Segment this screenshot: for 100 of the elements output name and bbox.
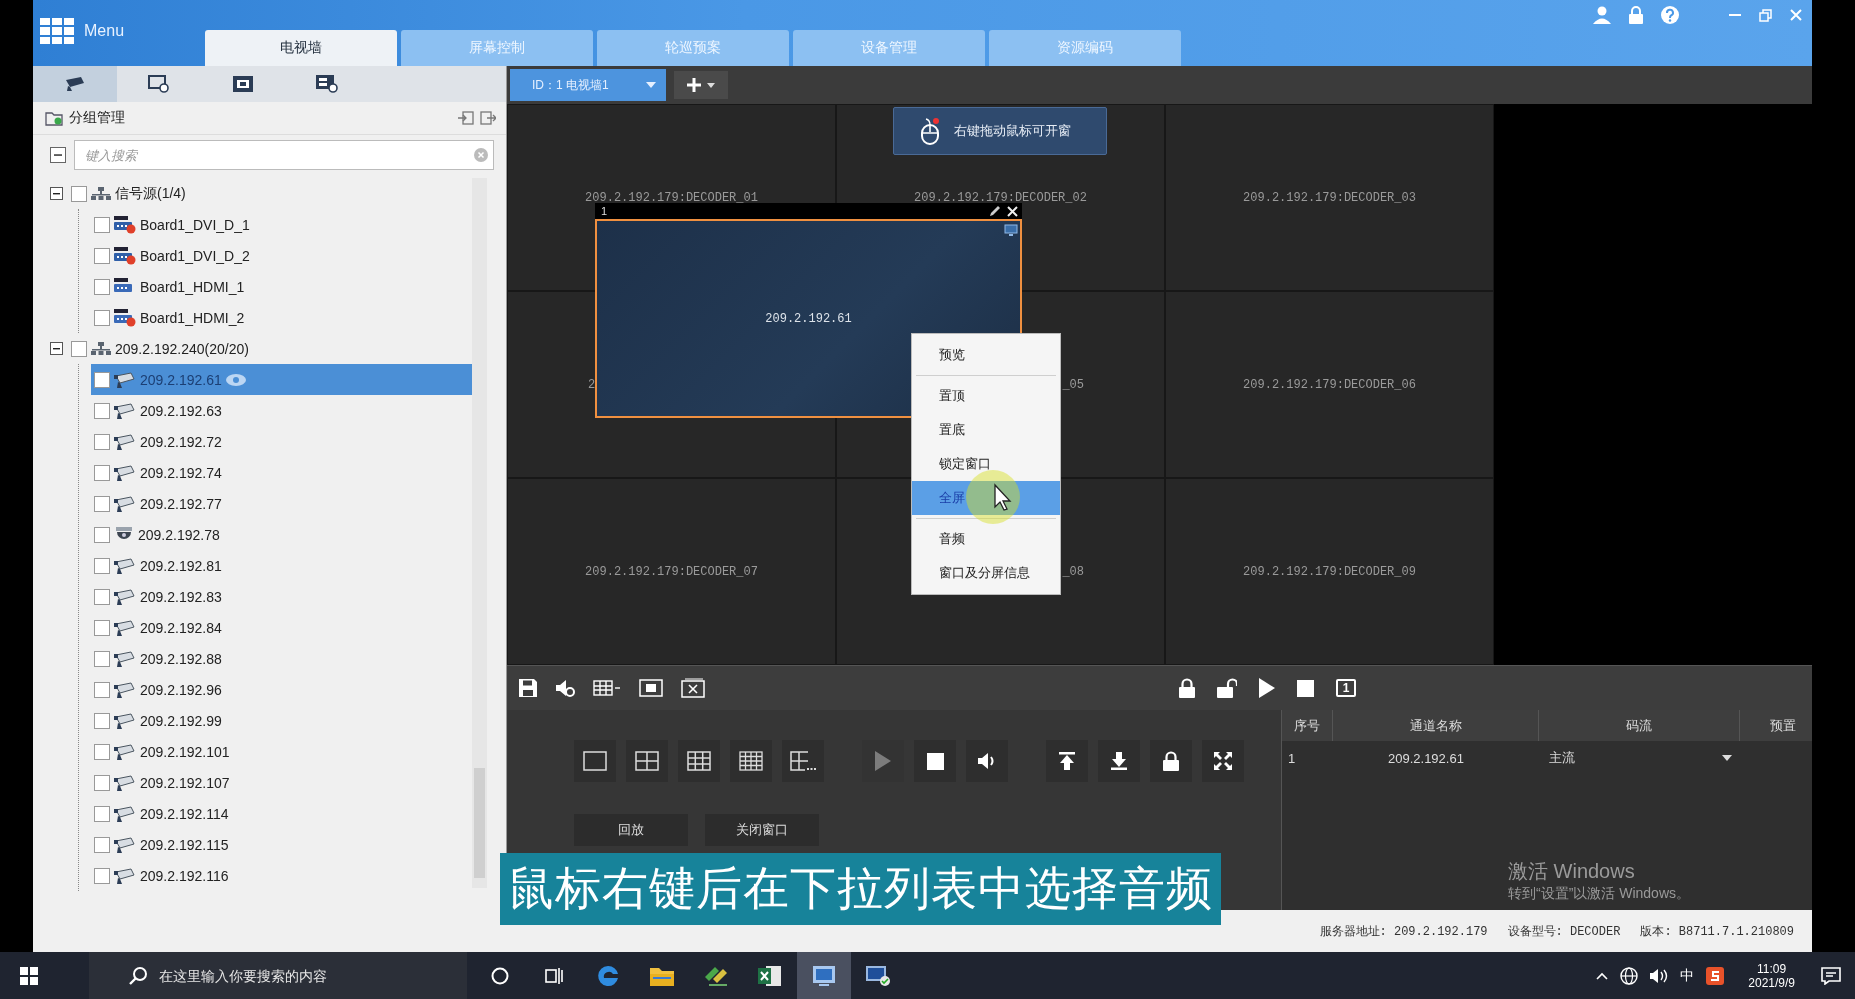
checkbox[interactable]	[94, 712, 110, 729]
tree-item[interactable]: Board1_DVI_D_2	[91, 240, 472, 271]
speaker-icon[interactable]	[1650, 967, 1669, 984]
help-icon[interactable]	[1661, 6, 1679, 24]
stop-button[interactable]	[914, 740, 956, 782]
tree-item[interactable]: 209.2.192.77	[91, 488, 472, 519]
video-wall[interactable]	[507, 104, 1494, 665]
checkbox[interactable]	[94, 278, 110, 295]
checkbox[interactable]	[71, 185, 87, 202]
nine-layout-button[interactable]	[678, 740, 720, 782]
tree-item[interactable]: 209.2.192.84	[91, 612, 472, 643]
checkbox[interactable]	[94, 216, 110, 233]
input-method-indicator[interactable]: 中	[1680, 966, 1695, 985]
checkbox[interactable]	[94, 371, 110, 388]
checkbox[interactable]	[94, 433, 110, 450]
text-button[interactable]: 关闭窗口	[705, 814, 819, 846]
tree-item[interactable]: 209.2.192.63	[91, 395, 472, 426]
import-icon[interactable]	[458, 111, 474, 125]
checkbox[interactable]	[94, 867, 110, 884]
checkbox[interactable]	[94, 588, 110, 605]
taskbar-search-field[interactable]: 在这里输入你要搜索的内容	[89, 952, 467, 999]
notification-icon[interactable]	[1821, 966, 1841, 985]
checkbox[interactable]	[94, 743, 110, 760]
tree-item[interactable]: 209.2.192.74	[91, 457, 472, 488]
close-window-icon[interactable]	[681, 678, 705, 698]
fullscreen-button[interactable]	[1202, 740, 1244, 782]
tab[interactable]: 电视墙	[205, 30, 397, 66]
checkbox[interactable]	[94, 309, 110, 326]
checkbox[interactable]	[94, 681, 110, 698]
custom-layout-button[interactable]	[782, 740, 824, 782]
tree-item[interactable]: 209.2.192.99	[91, 705, 472, 736]
sixteen-layout-button[interactable]	[730, 740, 772, 782]
screen-number-button[interactable]: 1	[1336, 679, 1356, 697]
column-header[interactable]: 预置	[1740, 710, 1812, 741]
checkbox[interactable]	[94, 526, 110, 543]
tree-item[interactable]: 209.2.192.88	[91, 643, 472, 674]
checkbox[interactable]	[94, 774, 110, 791]
collapse-all-icon[interactable]	[50, 147, 66, 163]
tree-item[interactable]: 209.2.192.83	[91, 581, 472, 612]
lock-icon[interactable]	[1179, 678, 1195, 698]
close-icon[interactable]	[1007, 205, 1018, 217]
checkbox[interactable]	[94, 650, 110, 667]
app-icon[interactable]	[1706, 966, 1725, 985]
grid-icon[interactable]	[593, 680, 621, 696]
tree-item[interactable]: 209.2.192.114	[91, 798, 472, 829]
fit-window-icon[interactable]	[639, 679, 663, 697]
clock-date[interactable]: 2021/9/9	[1748, 975, 1795, 990]
export-icon[interactable]	[480, 111, 496, 125]
chevron-up-icon[interactable]	[1596, 971, 1609, 980]
single-layout-button[interactable]	[574, 740, 616, 782]
pencil-icon[interactable]	[989, 205, 1001, 217]
checkbox[interactable]	[94, 402, 110, 419]
menu-item[interactable]: 音频	[912, 522, 1060, 556]
save-icon[interactable]	[519, 679, 537, 697]
checkbox[interactable]	[94, 464, 110, 481]
expand-toggle[interactable]	[50, 187, 63, 200]
scrollbar[interactable]	[472, 178, 487, 888]
tree-item[interactable]: 209.2.192.72	[91, 426, 472, 457]
checkbox[interactable]	[94, 805, 110, 822]
tree-item[interactable]: 209.2.192.96	[91, 674, 472, 705]
tree-item[interactable]: 209.2.192.101	[91, 736, 472, 767]
play-icon[interactable]	[1259, 678, 1275, 698]
tree-item[interactable]: 209.2.192.78	[91, 519, 472, 550]
grid-icon[interactable]	[40, 18, 74, 44]
speaker-button[interactable]	[966, 740, 1008, 782]
tree-item[interactable]: Board1_DVI_D_1	[91, 209, 472, 240]
user-icon[interactable]	[1593, 6, 1611, 24]
checkbox[interactable]	[71, 340, 87, 357]
checkbox[interactable]	[94, 619, 110, 636]
window-title-bar[interactable]: 1	[595, 203, 1022, 219]
speaker-gear-icon[interactable]	[555, 679, 575, 697]
globe-icon[interactable]	[1620, 966, 1639, 985]
move-bottom-button[interactable]	[1098, 740, 1140, 782]
checkbox[interactable]	[94, 836, 110, 853]
unlock-icon[interactable]	[1217, 678, 1237, 698]
tree-item[interactable]: 209.2.192.116	[91, 860, 472, 891]
checkbox[interactable]	[94, 557, 110, 574]
tree-item[interactable]: 209.2.192.107	[91, 767, 472, 798]
menu-label[interactable]: Menu	[84, 22, 125, 40]
add-button[interactable]	[674, 71, 728, 99]
column-header[interactable]: 序号	[1282, 710, 1333, 741]
tree-item[interactable]: 209.2.192.115	[91, 829, 472, 860]
move-top-button[interactable]	[1046, 740, 1088, 782]
icon-tab[interactable]	[33, 66, 117, 102]
column-header[interactable]: 通道名称	[1333, 710, 1539, 741]
quad-layout-button[interactable]	[626, 740, 668, 782]
checkbox[interactable]	[94, 247, 110, 264]
menu-item[interactable]: 锁定窗口	[912, 447, 1060, 481]
restore-icon[interactable]	[1759, 8, 1772, 22]
menu-item[interactable]: 窗口及分屏信息	[912, 556, 1060, 590]
tree-item[interactable]: 209.2.192.81	[91, 550, 472, 581]
text-button[interactable]: 回放	[574, 814, 688, 846]
checkbox[interactable]	[94, 495, 110, 512]
search-field[interactable]: 键入搜索	[74, 140, 494, 170]
column-header[interactable]: 码流	[1539, 710, 1740, 741]
tree-item[interactable]: Board1_HDMI_1	[91, 271, 472, 302]
tree-item[interactable]: Board1_HDMI_2	[91, 302, 472, 333]
expand-toggle[interactable]	[50, 342, 63, 355]
stop-icon[interactable]	[1297, 679, 1314, 697]
lock-button[interactable]	[1150, 740, 1192, 782]
